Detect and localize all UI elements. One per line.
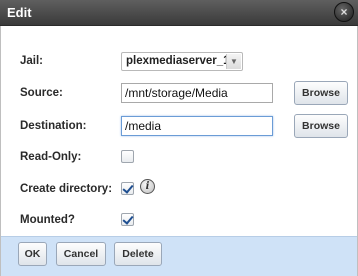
destination-input[interactable] bbox=[121, 116, 273, 136]
destination-label: Destination: bbox=[20, 120, 87, 132]
title-bar: Edit × bbox=[0, 0, 358, 26]
jail-select-value: plexmediaserver_1 bbox=[126, 55, 230, 67]
ok-button[interactable]: OK bbox=[18, 242, 47, 266]
source-input[interactable] bbox=[121, 83, 273, 103]
dialog-footer bbox=[1, 236, 357, 276]
source-browse-button[interactable]: Browse bbox=[294, 81, 348, 105]
close-icon: × bbox=[340, 5, 348, 19]
source-label: Source: bbox=[20, 87, 63, 99]
destination-browse-button[interactable]: Browse bbox=[294, 114, 348, 138]
create-directory-checkbox[interactable] bbox=[121, 182, 134, 195]
close-button[interactable]: × bbox=[334, 2, 354, 22]
create-directory-label: Create directory: bbox=[20, 183, 113, 195]
info-icon[interactable]: i bbox=[140, 179, 155, 194]
dialog-title: Edit bbox=[7, 5, 32, 20]
mounted-label: Mounted? bbox=[20, 214, 75, 226]
jail-label: Jail: bbox=[20, 55, 44, 67]
jail-select[interactable]: plexmediaserver_1 ▼ bbox=[121, 52, 243, 71]
cancel-button[interactable]: Cancel bbox=[56, 242, 106, 266]
read-only-label: Read-Only: bbox=[20, 151, 82, 163]
chevron-down-icon[interactable]: ▼ bbox=[226, 54, 241, 69]
read-only-checkbox[interactable] bbox=[121, 150, 134, 163]
mounted-checkbox[interactable] bbox=[121, 213, 134, 226]
delete-button[interactable]: Delete bbox=[114, 242, 162, 266]
